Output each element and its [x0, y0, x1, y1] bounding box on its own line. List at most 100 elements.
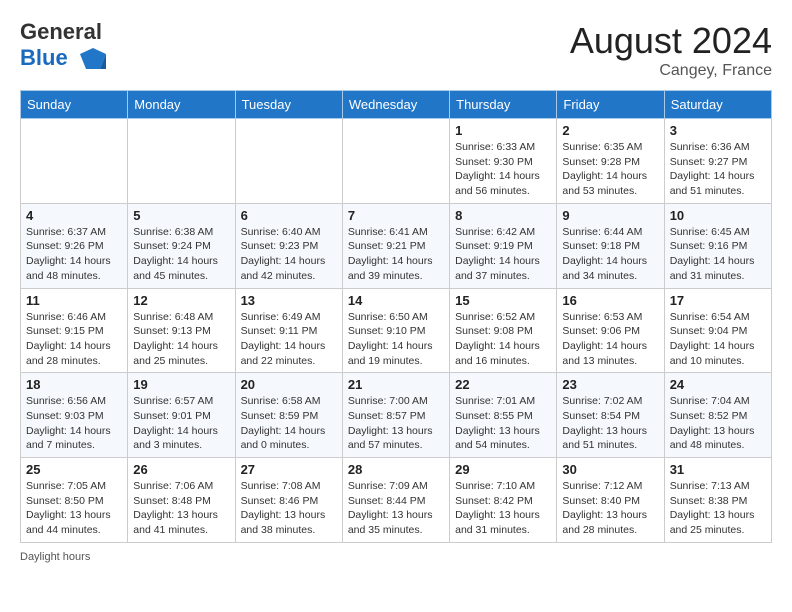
day-number: 15	[455, 293, 551, 308]
day-number: 29	[455, 462, 551, 477]
title-block: August 2024 Cangey, France	[570, 20, 772, 80]
day-info: Sunrise: 6:50 AMSunset: 9:10 PMDaylight:…	[348, 310, 444, 369]
calendar-cell	[21, 119, 128, 204]
calendar-cell	[235, 119, 342, 204]
footer-note: Daylight hours	[20, 551, 772, 563]
calendar-cell: 9Sunrise: 6:44 AMSunset: 9:18 PMDaylight…	[557, 203, 664, 288]
day-info: Sunrise: 6:54 AMSunset: 9:04 PMDaylight:…	[670, 310, 766, 369]
week-row-5: 25Sunrise: 7:05 AMSunset: 8:50 PMDayligh…	[21, 458, 772, 543]
day-info: Sunrise: 6:45 AMSunset: 9:16 PMDaylight:…	[670, 225, 766, 284]
day-info: Sunrise: 6:56 AMSunset: 9:03 PMDaylight:…	[26, 394, 122, 453]
month-title: August 2024	[570, 20, 772, 62]
dow-header-sunday: Sunday	[21, 91, 128, 119]
day-info: Sunrise: 6:33 AMSunset: 9:30 PMDaylight:…	[455, 140, 551, 199]
logo-general: General	[20, 19, 102, 44]
calendar-cell: 15 Sunrise: 6:52 AMSunset: 9:08 PMDayligh…	[450, 288, 557, 373]
logo-icon	[78, 44, 108, 74]
day-info: Sunrise: 6:38 AMSunset: 9:24 PMDaylight:…	[133, 225, 229, 284]
day-number: 30	[562, 462, 658, 477]
day-info: Sunrise: 6:42 AMSunset: 9:19 PMDaylight:…	[455, 225, 551, 284]
location-subtitle: Cangey, France	[570, 62, 772, 80]
dow-header-friday: Friday	[557, 91, 664, 119]
day-number: 21	[348, 377, 444, 392]
day-number: 5	[133, 208, 229, 223]
dow-header-wednesday: Wednesday	[342, 91, 449, 119]
day-number: 17	[670, 293, 766, 308]
day-number: 10	[670, 208, 766, 223]
dow-header-saturday: Saturday	[664, 91, 771, 119]
calendar-body: 1 Sunrise: 6:33 AMSunset: 9:30 PMDaylight…	[21, 119, 772, 543]
calendar-cell: 23Sunrise: 7:02 AMSunset: 8:54 PMDayligh…	[557, 373, 664, 458]
day-info: Sunrise: 7:13 AMSunset: 8:38 PMDaylight:…	[670, 479, 766, 538]
dow-header-monday: Monday	[128, 91, 235, 119]
calendar-cell: 25Sunrise: 7:05 AMSunset: 8:50 PMDayligh…	[21, 458, 128, 543]
day-number: 22	[455, 377, 551, 392]
day-info: Sunrise: 7:12 AMSunset: 8:40 PMDaylight:…	[562, 479, 658, 538]
calendar-cell	[128, 119, 235, 204]
day-info: Sunrise: 7:02 AMSunset: 8:54 PMDaylight:…	[562, 394, 658, 453]
calendar-cell: 26Sunrise: 7:06 AMSunset: 8:48 PMDayligh…	[128, 458, 235, 543]
day-info: Sunrise: 6:37 AMSunset: 9:26 PMDaylight:…	[26, 225, 122, 284]
day-info: Sunrise: 6:58 AMSunset: 8:59 PMDaylight:…	[241, 394, 337, 453]
calendar-cell: 6 Sunrise: 6:40 AMSunset: 9:23 PMDaylight…	[235, 203, 342, 288]
calendar-cell: 5 Sunrise: 6:38 AMSunset: 9:24 PMDaylight…	[128, 203, 235, 288]
calendar-cell: 10 Sunrise: 6:45 AMSunset: 9:16 PMDayligh…	[664, 203, 771, 288]
page-header: General Blue August 2024 Cangey, France	[20, 20, 772, 80]
dow-header-thursday: Thursday	[450, 91, 557, 119]
day-number: 11	[26, 293, 122, 308]
day-info: Sunrise: 6:40 AMSunset: 9:23 PMDaylight:…	[241, 225, 337, 284]
calendar-table: SundayMondayTuesdayWednesdayThursdayFrid…	[20, 90, 772, 543]
day-number: 6	[241, 208, 337, 223]
calendar-cell: 3 Sunrise: 6:36 AMSunset: 9:27 PMDaylight…	[664, 119, 771, 204]
day-info: Sunrise: 6:57 AMSunset: 9:01 PMDaylight:…	[133, 394, 229, 453]
day-number: 24	[670, 377, 766, 392]
calendar-cell: 13Sunrise: 6:49 AMSunset: 9:11 PMDayligh…	[235, 288, 342, 373]
day-info: Sunrise: 7:04 AMSunset: 8:52 PMDaylight:…	[670, 394, 766, 453]
logo: General Blue	[20, 20, 108, 74]
day-info: Sunrise: 7:05 AMSunset: 8:50 PMDaylight:…	[26, 479, 122, 538]
calendar-cell: 18 Sunrise: 6:56 AMSunset: 9:03 PMDayligh…	[21, 373, 128, 458]
day-info: Sunrise: 7:09 AMSunset: 8:44 PMDaylight:…	[348, 479, 444, 538]
day-number: 18	[26, 377, 122, 392]
day-number: 26	[133, 462, 229, 477]
calendar-cell: 27Sunrise: 7:08 AMSunset: 8:46 PMDayligh…	[235, 458, 342, 543]
calendar-cell: 1 Sunrise: 6:33 AMSunset: 9:30 PMDaylight…	[450, 119, 557, 204]
day-number: 8	[455, 208, 551, 223]
day-number: 20	[241, 377, 337, 392]
day-number: 28	[348, 462, 444, 477]
day-number: 3	[670, 123, 766, 138]
calendar-cell: 16Sunrise: 6:53 AMSunset: 9:06 PMDayligh…	[557, 288, 664, 373]
day-number: 1	[455, 123, 551, 138]
day-number: 13	[241, 293, 337, 308]
day-number: 16	[562, 293, 658, 308]
day-number: 14	[348, 293, 444, 308]
week-row-3: 11 Sunrise: 6:46 AMSunset: 9:15 PMDayligh…	[21, 288, 772, 373]
week-row-4: 18 Sunrise: 6:56 AMSunset: 9:03 PMDayligh…	[21, 373, 772, 458]
calendar-cell: 8 Sunrise: 6:42 AMSunset: 9:19 PMDaylight…	[450, 203, 557, 288]
week-row-2: 4Sunrise: 6:37 AMSunset: 9:26 PMDaylight…	[21, 203, 772, 288]
day-info: Sunrise: 7:10 AMSunset: 8:42 PMDaylight:…	[455, 479, 551, 538]
day-info: Sunrise: 6:52 AMSunset: 9:08 PMDaylight:…	[455, 310, 551, 369]
calendar-cell: 21Sunrise: 7:00 AMSunset: 8:57 PMDayligh…	[342, 373, 449, 458]
calendar-cell: 30 Sunrise: 7:12 AMSunset: 8:40 PMDayligh…	[557, 458, 664, 543]
calendar-cell: 29 Sunrise: 7:10 AMSunset: 8:42 PMDayligh…	[450, 458, 557, 543]
calendar-cell: 31 Sunrise: 7:13 AMSunset: 8:38 PMDayligh…	[664, 458, 771, 543]
day-info: Sunrise: 6:41 AMSunset: 9:21 PMDaylight:…	[348, 225, 444, 284]
calendar-cell: 28 Sunrise: 7:09 AMSunset: 8:44 PMDayligh…	[342, 458, 449, 543]
calendar-cell: 17 Sunrise: 6:54 AMSunset: 9:04 PMDayligh…	[664, 288, 771, 373]
day-info: Sunrise: 6:46 AMSunset: 9:15 PMDaylight:…	[26, 310, 122, 369]
day-info: Sunrise: 6:36 AMSunset: 9:27 PMDaylight:…	[670, 140, 766, 199]
calendar-cell: 12Sunrise: 6:48 AMSunset: 9:13 PMDayligh…	[128, 288, 235, 373]
calendar-cell: 2Sunrise: 6:35 AMSunset: 9:28 PMDaylight…	[557, 119, 664, 204]
day-of-week-header-row: SundayMondayTuesdayWednesdayThursdayFrid…	[21, 91, 772, 119]
day-info: Sunrise: 7:01 AMSunset: 8:55 PMDaylight:…	[455, 394, 551, 453]
calendar-cell: 24 Sunrise: 7:04 AMSunset: 8:52 PMDayligh…	[664, 373, 771, 458]
day-number: 31	[670, 462, 766, 477]
day-info: Sunrise: 6:35 AMSunset: 9:28 PMDaylight:…	[562, 140, 658, 199]
calendar-cell	[342, 119, 449, 204]
calendar-cell: 7Sunrise: 6:41 AMSunset: 9:21 PMDaylight…	[342, 203, 449, 288]
logo-blue: Blue	[20, 45, 68, 70]
dow-header-tuesday: Tuesday	[235, 91, 342, 119]
calendar-cell: 14 Sunrise: 6:50 AMSunset: 9:10 PMDayligh…	[342, 288, 449, 373]
day-number: 12	[133, 293, 229, 308]
